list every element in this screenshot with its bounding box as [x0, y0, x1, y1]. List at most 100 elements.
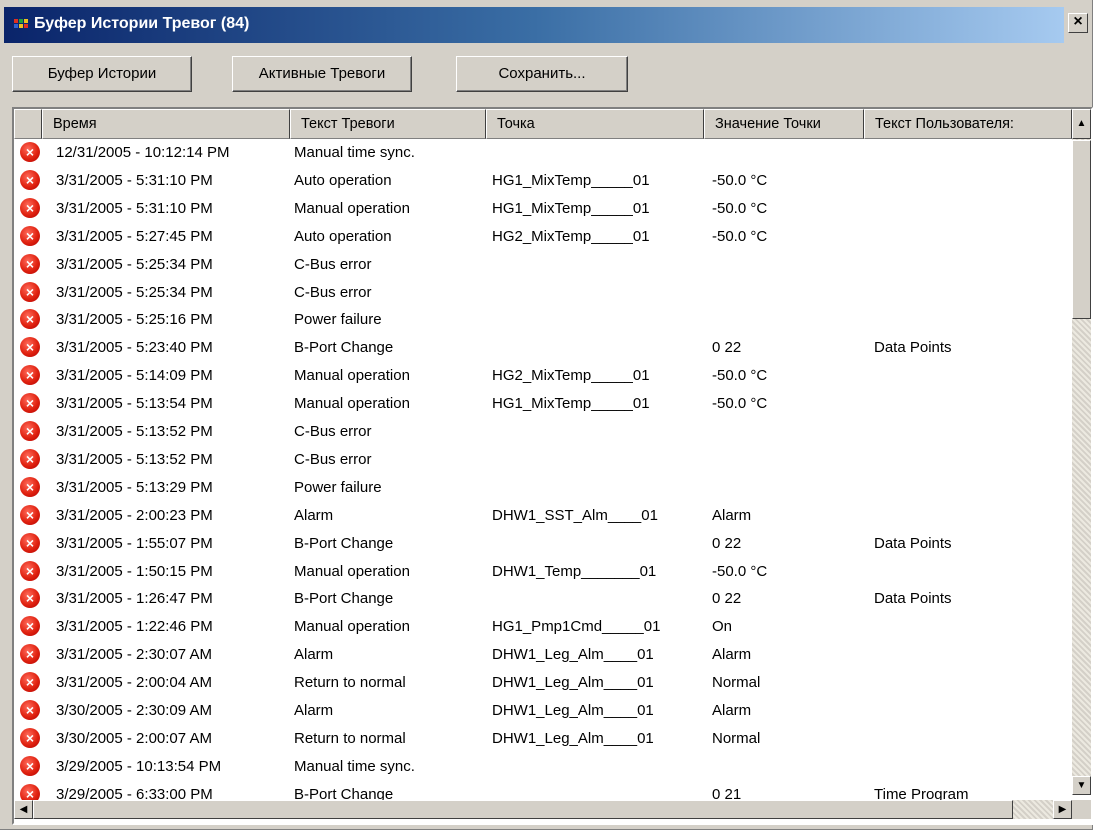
title-bar[interactable]: Буфер Истории Тревог (84)	[4, 7, 1064, 43]
alarm-text-cell: B-Port Change	[294, 339, 394, 357]
user-text-cell: Data Points	[874, 534, 952, 552]
user-text-cell	[874, 362, 1070, 389]
user-text-cell	[874, 669, 1070, 696]
table-row[interactable]: × 3/31/2005 - 1:55:07 PM B-Port Change 0 22…	[14, 530, 1072, 557]
error-icon: ×	[20, 421, 40, 441]
point-value-cell: Alarm	[712, 702, 752, 719]
horizontal-scrollbar[interactable]: ◀ ▶	[14, 800, 1072, 819]
user-text-cell	[874, 446, 1070, 473]
time-cell: 3/31/2005 - 1:55:07 PM	[56, 534, 213, 552]
time-cell: 3/30/2005 - 2:30:09 AM	[56, 702, 212, 719]
history-buffer-button[interactable]: Буфер Истории	[12, 56, 192, 92]
point-cell	[492, 753, 702, 780]
user-text-cell	[874, 390, 1070, 417]
user-text-cell	[874, 613, 1070, 640]
time-cell: 3/31/2005 - 1:26:47 PM	[56, 590, 213, 608]
alarm-text-cell: Power failure	[294, 478, 382, 496]
table-row[interactable]: × 3/31/2005 - 5:14:09 PM Manual operation H…	[14, 362, 1072, 389]
alarm-history-window: Буфер Истории Тревог (84) × Буфер Истори…	[0, 0, 1093, 830]
time-cell: 3/31/2005 - 5:31:10 PM	[56, 199, 213, 217]
scroll-left-button[interactable]: ◀	[14, 800, 33, 819]
point-cell: DHW1_Leg_Alm____01	[492, 729, 654, 747]
user-text-cell	[874, 418, 1070, 445]
time-cell: 3/31/2005 - 5:13:54 PM	[56, 395, 213, 413]
table-row[interactable]: × 3/31/2005 - 5:31:10 PM Auto operation HG1…	[14, 167, 1072, 194]
point-cell	[492, 585, 702, 612]
table-row[interactable]: × 3/31/2005 - 5:13:52 PM C-Bus error	[14, 446, 1072, 473]
resize-grip[interactable]	[1072, 800, 1091, 819]
table-row[interactable]: × 12/31/2005 - 10:12:14 PM Manual time syn…	[14, 139, 1072, 166]
user-text-cell	[874, 502, 1070, 529]
time-cell: 3/31/2005 - 1:22:46 PM	[56, 618, 213, 636]
error-icon: ×	[20, 225, 40, 246]
error-icon: ×	[20, 142, 40, 162]
alarm-text-cell: C-Bus error	[294, 283, 372, 301]
point-cell	[492, 306, 702, 333]
error-icon: ×	[20, 616, 40, 637]
horizontal-scroll-thumb[interactable]	[33, 800, 1013, 819]
table-row[interactable]: × 3/29/2005 - 10:13:54 PM Manual time sync…	[14, 753, 1072, 780]
point-cell	[492, 334, 702, 361]
header-icon-column[interactable]	[14, 109, 42, 139]
table-row[interactable]: × 3/31/2005 - 5:25:34 PM C-Bus error	[14, 279, 1072, 306]
table-row[interactable]: × 3/31/2005 - 5:25:16 PM Power failure	[14, 306, 1072, 333]
table-row[interactable]: × 3/31/2005 - 5:27:45 PM Auto operation HG2…	[14, 223, 1072, 250]
time-cell: 3/31/2005 - 5:13:52 PM	[56, 423, 213, 440]
table-row[interactable]: × 3/31/2005 - 5:25:34 PM C-Bus error	[14, 251, 1072, 278]
table-row[interactable]: × 3/31/2005 - 2:00:23 PM Alarm DHW1_SST_Alm…	[14, 502, 1072, 529]
error-icon: ×	[20, 727, 40, 748]
scroll-down-button[interactable]: ▼	[1072, 776, 1091, 795]
table-row[interactable]: × 3/30/2005 - 2:00:07 AM Return to normal D…	[14, 725, 1072, 752]
alarm-text-cell: Alarm	[294, 506, 334, 524]
scroll-up-button[interactable]: ▲	[1072, 109, 1091, 139]
table-row[interactable]: × 3/31/2005 - 5:13:52 PM C-Bus error	[14, 418, 1072, 445]
point-value-cell	[712, 418, 862, 445]
time-cell: 3/31/2005 - 5:25:16 PM	[56, 311, 213, 329]
point-cell: DHW1_Leg_Alm____01	[492, 674, 654, 692]
user-text-cell	[874, 725, 1070, 752]
table-row[interactable]: × 3/30/2005 - 2:30:09 AM Alarm DHW1_Leg_Alm…	[14, 697, 1072, 724]
alarm-rows: × 12/31/2005 - 10:12:14 PM Manual time syn…	[14, 139, 1072, 811]
active-alarms-button[interactable]: Активные Тревоги	[232, 56, 412, 92]
time-cell: 3/31/2005 - 5:31:10 PM	[56, 171, 213, 189]
table-row[interactable]: × 3/31/2005 - 2:30:07 AM Alarm DHW1_Leg_Alm…	[14, 641, 1072, 668]
save-button[interactable]: Сохранить...	[456, 56, 628, 92]
header-alarm-text[interactable]: Текст Тревоги	[290, 109, 486, 139]
error-icon: ×	[20, 337, 40, 358]
point-cell	[492, 474, 702, 501]
header-user-text[interactable]: Текст Пользователя:	[864, 109, 1072, 139]
table-row[interactable]: × 3/31/2005 - 5:31:10 PM Manual operation H…	[14, 195, 1072, 222]
table-row[interactable]: × 3/31/2005 - 5:23:40 PM B-Port Change 0 22…	[14, 334, 1072, 361]
time-cell: 12/31/2005 - 10:12:14 PM	[56, 144, 230, 161]
point-value-cell: -50.0 °C	[712, 199, 768, 217]
header-time[interactable]: Время	[42, 109, 290, 139]
vertical-scroll-thumb[interactable]	[1072, 140, 1091, 319]
time-cell: 3/31/2005 - 5:27:45 PM	[56, 227, 213, 245]
point-cell: DHW1_Temp_______01	[492, 562, 657, 580]
user-text-cell	[874, 279, 1070, 306]
vertical-scrollbar[interactable]: ▲ ▼	[1072, 109, 1091, 795]
point-value-cell: Alarm	[712, 506, 752, 524]
time-cell: 3/31/2005 - 2:00:04 AM	[56, 674, 212, 692]
point-value-cell: -50.0 °C	[712, 171, 768, 189]
error-icon: ×	[20, 504, 40, 525]
user-text-cell	[874, 558, 1070, 585]
header-point[interactable]: Точка	[486, 109, 704, 139]
table-row[interactable]: × 3/31/2005 - 5:13:29 PM Power failure	[14, 474, 1072, 501]
point-value-cell	[712, 474, 862, 501]
alarm-text-cell: Manual time sync.	[294, 757, 415, 775]
table-row[interactable]: × 3/31/2005 - 1:26:47 PM B-Port Change 0 22…	[14, 585, 1072, 612]
user-text-cell	[874, 195, 1070, 222]
close-button[interactable]: ×	[1068, 13, 1088, 33]
point-cell: DHW1_Leg_Alm____01	[492, 646, 654, 664]
table-row[interactable]: × 3/31/2005 - 1:50:15 PM Manual operation D…	[14, 558, 1072, 585]
alarm-text-cell: B-Port Change	[294, 534, 394, 552]
point-value-cell	[712, 753, 862, 780]
header-point-value[interactable]: Значение Точки	[704, 109, 864, 139]
alarm-list[interactable]: Время Текст Тревоги Точка Значение Точки…	[12, 107, 1093, 825]
scroll-right-button[interactable]: ▶	[1053, 800, 1072, 819]
table-row[interactable]: × 3/31/2005 - 2:00:04 AM Return to normal D…	[14, 669, 1072, 696]
point-cell: HG1_MixTemp_____01	[492, 395, 650, 413]
table-row[interactable]: × 3/31/2005 - 1:22:46 PM Manual operation H…	[14, 613, 1072, 640]
table-row[interactable]: × 3/31/2005 - 5:13:54 PM Manual operation H…	[14, 390, 1072, 417]
